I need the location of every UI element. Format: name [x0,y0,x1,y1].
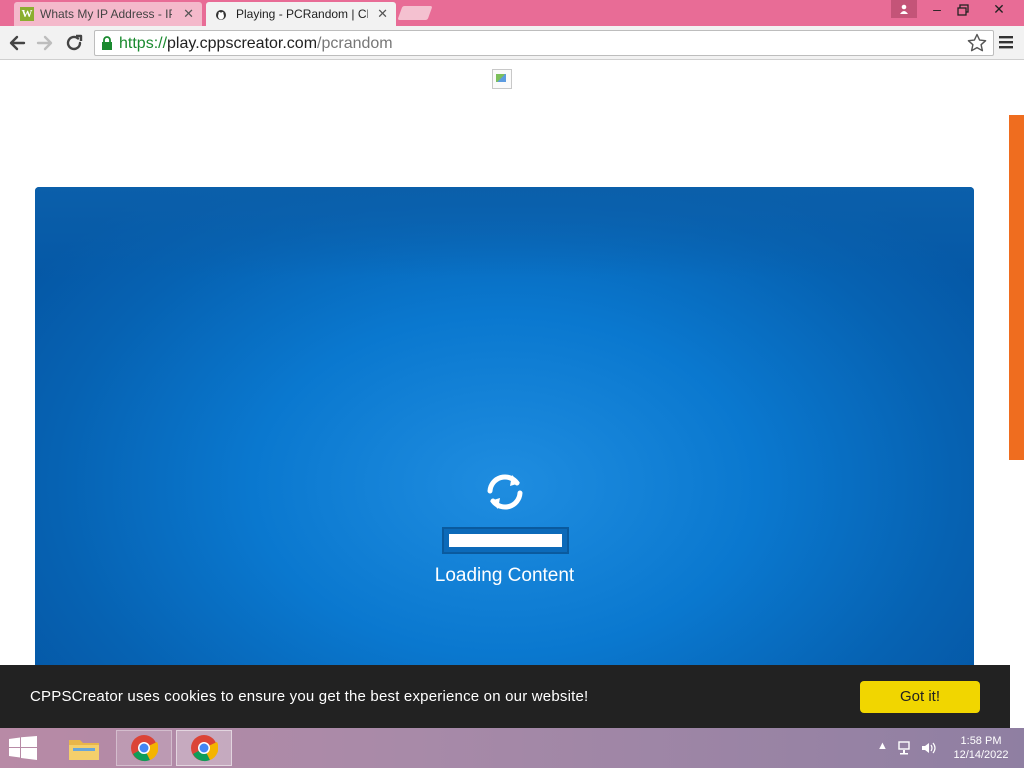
url-text: https://play.cppscreator.com/pcrandom [119,35,393,53]
page-viewport: Loading Content CPPSCreator uses cookies… [0,61,1024,728]
side-accent-bar[interactable] [1009,115,1024,460]
tab-title: Whats My IP Address - IP [40,7,172,21]
close-tab-icon[interactable]: ✕ [183,6,194,22]
close-window-button[interactable]: ✕ [984,0,1014,20]
tab-title: Playing - PCRandom | CPP [236,7,368,21]
volume-icon[interactable] [921,741,937,755]
restore-button[interactable] [948,0,978,20]
address-bar[interactable]: https://play.cppscreator.com/pcrandom [94,30,994,56]
broken-image-icon [492,69,512,89]
network-icon[interactable] [898,741,914,755]
system-clock[interactable]: 1:58 PM 12/14/2022 [950,734,1012,762]
penguin-favicon-icon [216,10,226,20]
cookie-consent-bar: CPPSCreator uses cookies to ensure you g… [0,665,1010,728]
whatsmyip-favicon-icon: W [20,7,34,21]
tab-pcrandom[interactable]: Playing - PCRandom | CPP ✕ [206,2,396,26]
tab-whats-my-ip[interactable]: W Whats My IP Address - IP ✕ [14,2,202,26]
windows-taskbar: ▲ 1:58 PM 12/14/2022 [0,728,1024,768]
loading-progress-fill [449,534,562,547]
game-loading-panel[interactable]: Loading Content [35,187,974,728]
loading-progress-bar [442,527,569,554]
hamburger-menu-icon[interactable] [998,34,1014,50]
chrome-icon [191,735,218,762]
new-tab-button[interactable] [397,6,433,20]
user-profile-icon[interactable] [891,0,917,18]
back-arrow-icon[interactable] [6,32,28,54]
clock-date: 12/14/2022 [953,749,1009,761]
windows-start-icon[interactable] [8,736,38,760]
url-path: /pcrandom [317,35,393,52]
loading-text: Loading Content [434,565,575,586]
taskbar-chrome-2[interactable] [176,730,232,766]
reload-icon[interactable] [63,32,85,54]
secure-lock-icon [102,36,112,50]
cookie-message: CPPSCreator uses cookies to ensure you g… [30,688,589,705]
chrome-icon [131,735,158,762]
taskbar-file-explorer[interactable] [56,730,112,766]
bookmark-star-icon[interactable] [967,33,987,53]
show-hidden-icons-icon[interactable]: ▲ [877,740,888,752]
forward-arrow-icon[interactable] [34,32,56,54]
cookie-accept-button[interactable]: Got it! [860,681,980,713]
refresh-spinner-icon [487,474,523,510]
url-host: play.cppscreator.com [167,35,318,52]
taskbar-chrome-1[interactable] [116,730,172,766]
browser-titlebar: W Whats My IP Address - IP ✕ Playing - P… [0,0,1024,26]
url-scheme: https:// [119,35,168,52]
close-tab-icon[interactable]: ✕ [377,6,388,22]
folder-icon [69,740,99,760]
browser-toolbar: https://play.cppscreator.com/pcrandom [0,26,1024,60]
clock-time: 1:58 PM [960,735,1002,747]
